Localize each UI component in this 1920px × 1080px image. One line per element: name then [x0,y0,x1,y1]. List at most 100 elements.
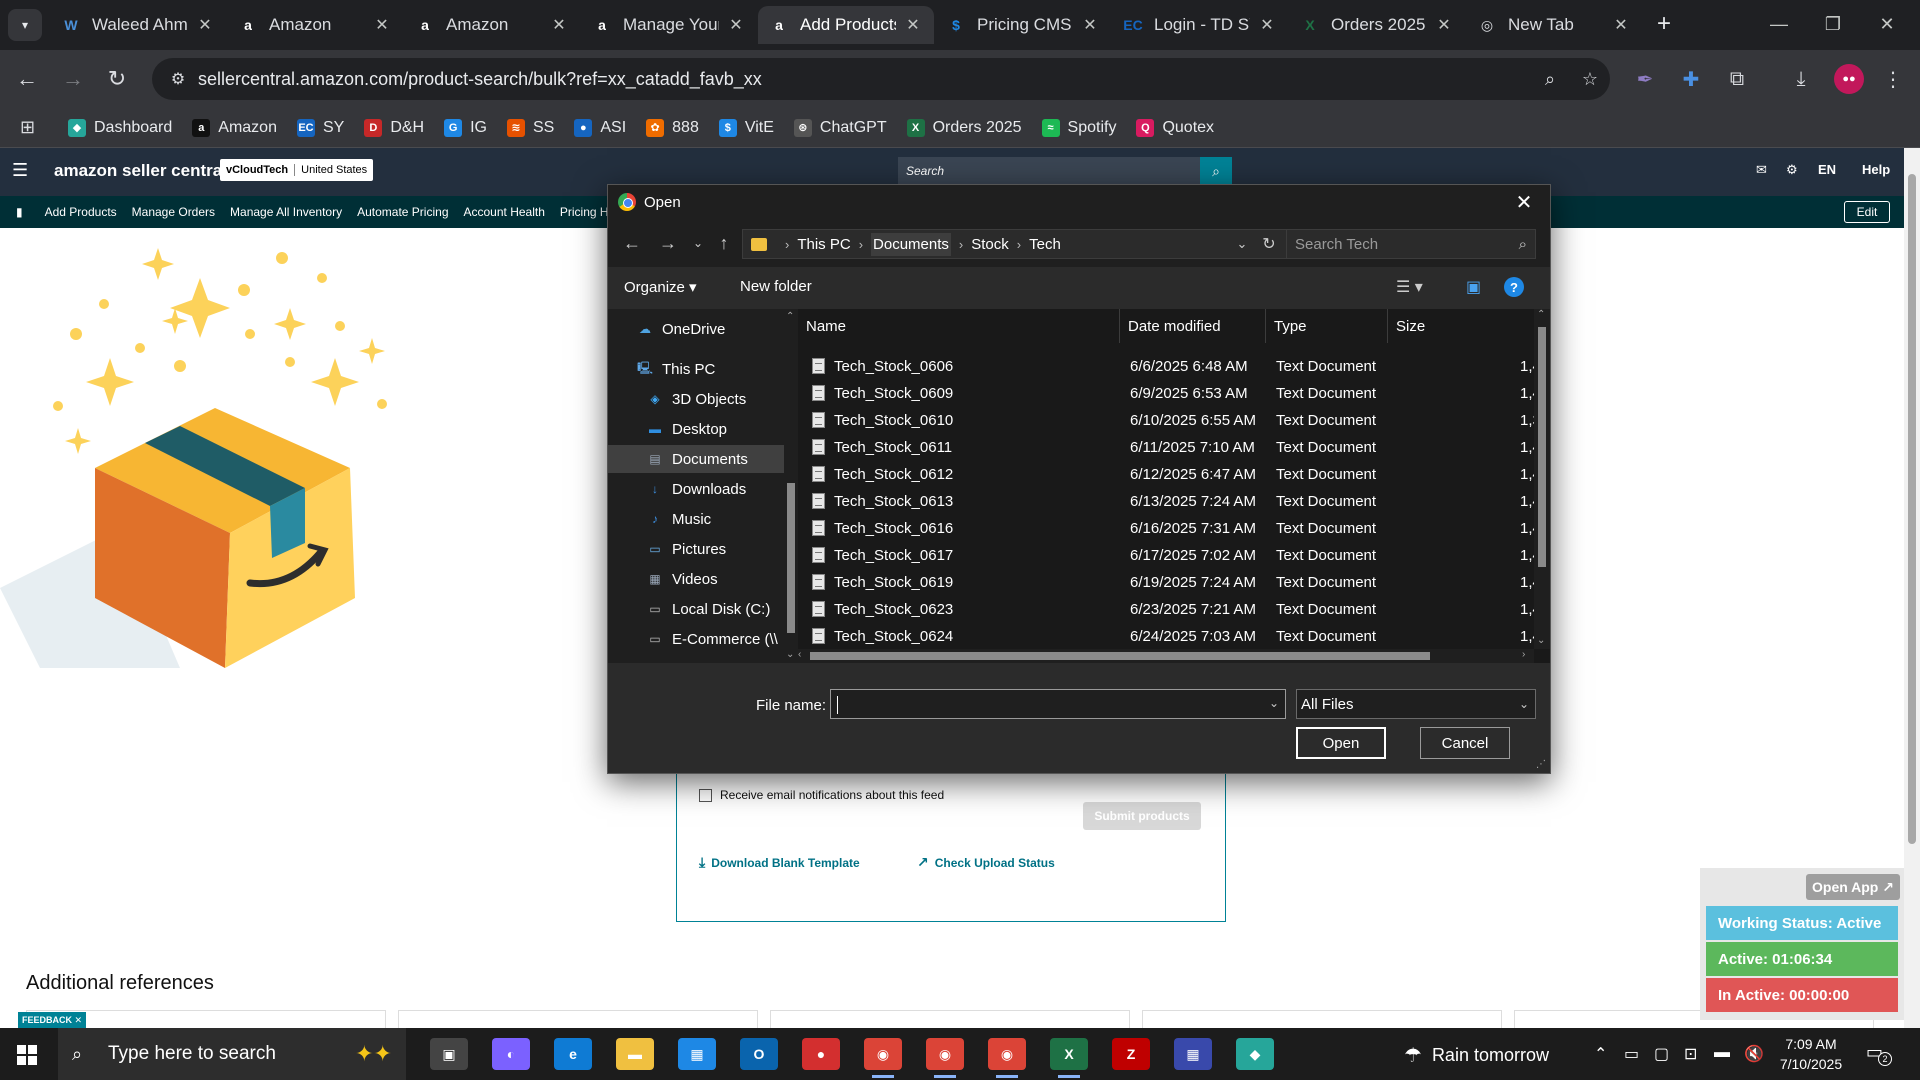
dialog-back-button[interactable]: ← [618,229,646,257]
tray-overflow-icon[interactable]: ⌃ [1594,1044,1607,1064]
bookmark-item[interactable]: EC SY [296,118,344,137]
settings-gear-icon[interactable]: ⚙ [1786,162,1798,178]
breadcrumb-documents[interactable]: Documents [871,232,951,256]
breadcrumb-tech[interactable]: Tech [1029,236,1061,253]
zoom-icon[interactable]: ⌕ [1530,69,1570,90]
nav-item[interactable]: ◈ 3D Objects [608,385,784,413]
nav-item[interactable]: ↓ Downloads [608,475,784,503]
folder-search-input[interactable]: Search Tech ⌕ [1286,229,1536,259]
page-scrollbar[interactable] [1904,148,1920,1028]
scroll-up-icon[interactable]: ⌃ [786,311,794,322]
taskbar-app-chrome-3[interactable]: ◉ [988,1038,1026,1078]
taskbar-app-file-explorer[interactable]: ▬ [616,1038,654,1070]
nav-item[interactable]: 🖳 This PC [608,355,784,383]
taskbar-app-excel[interactable]: X [1050,1038,1088,1078]
file-name-input[interactable]: ⌄ [830,689,1286,719]
breadcrumb[interactable]: › This PC › Documents › Stock › Tech ⌄ [742,229,1290,259]
seller-nav-link[interactable]: Account Health [464,205,545,219]
file-row[interactable]: Tech_Stock_0619 6/19/2025 7:24 AM Text Doc… [798,569,1541,596]
nav-item[interactable]: ▦ Videos [608,565,784,593]
breadcrumb-separator[interactable]: › [859,237,863,252]
file-list-horizontal-scrollbar[interactable]: ‹ › [798,649,1534,663]
language-selector[interactable]: EN [1818,162,1836,177]
column-header-type[interactable]: Type [1266,309,1388,343]
tab-search-button[interactable]: ▾ [8,9,42,41]
taskbar-app-copilot[interactable]: ◐ [492,1038,530,1070]
new-tab-button[interactable]: + [1648,8,1680,40]
close-tab-icon[interactable]: ✕ [1258,15,1276,35]
check-upload-status-link[interactable]: ↗ Check Upload Status [917,854,1055,871]
extension-feather-icon[interactable]: ✒ [1628,62,1662,96]
column-header-name[interactable]: Name ⌃ [798,309,1120,343]
resize-grip-icon[interactable]: ⋰ [1536,759,1546,770]
seller-nav-link[interactable]: Automate Pricing [357,205,448,219]
seller-nav-link[interactable]: Manage Orders [132,205,215,219]
browser-tab[interactable]: a Manage Your ✕ [581,6,757,44]
bookmark-item[interactable]: ⊛ ChatGPT [793,118,887,137]
nav-item[interactable]: ♪ Music [608,505,784,533]
menu-kebab-icon[interactable]: ⋮ [1876,62,1910,96]
file-row[interactable]: Tech_Stock_0611 6/11/2025 7:10 AM Text Doc… [798,434,1541,461]
browser-tab[interactable]: X Orders 2025 ✕ [1289,6,1465,44]
browser-tab[interactable]: W Waleed Ahmed ✕ [50,6,226,44]
breadcrumb-separator[interactable]: › [959,237,963,252]
navigation-pane-scrollbar[interactable]: ⌃ ⌄ [784,309,798,663]
file-row[interactable]: Tech_Stock_0613 6/13/2025 7:24 AM Text Doc… [798,488,1541,515]
new-folder-button[interactable]: New folder [740,278,812,295]
bookmark-item[interactable]: ≈ Spotify [1041,118,1116,137]
extensions-icon[interactable]: ⧉ [1720,62,1754,96]
scroll-right-icon[interactable]: › [1522,649,1525,660]
address-bar[interactable]: ⚙ sellercentral.amazon.com/product-searc… [152,58,1610,100]
seller-search-input[interactable]: Search [898,157,1200,185]
battery-icon[interactable]: ▬ [1714,1044,1730,1062]
close-tab-icon[interactable]: ✕ [727,15,745,35]
seller-central-logo[interactable]: amazon seller central [54,161,227,181]
weather-widget[interactable]: ☂ Rain tomorrow [1404,1043,1549,1068]
file-type-filter[interactable]: All Files ⌄ [1296,689,1536,719]
email-notify-checkbox[interactable]: Receive email notifications about this f… [699,788,944,802]
file-list-scroll-thumb[interactable] [1538,327,1546,567]
checkbox-box[interactable] [699,788,712,802]
file-row[interactable]: Tech_Stock_0612 6/12/2025 6:47 AM Text Doc… [798,461,1541,488]
breadcrumb-stock[interactable]: Stock [971,236,1009,253]
cancel-button[interactable]: Cancel [1420,727,1510,759]
breadcrumb-this-pc[interactable]: This PC [797,236,850,253]
bookmark-star-icon[interactable]: ☆ [1570,69,1610,90]
file-list-vertical-scrollbar[interactable]: ⌃ ⌄ [1534,309,1550,649]
close-tab-icon[interactable]: ✕ [1435,15,1453,35]
file-row[interactable]: Tech_Stock_0609 6/9/2025 6:53 AM Text Docu… [798,380,1541,407]
download-icon[interactable]: ⤓ [1784,62,1818,96]
store-switcher[interactable]: vCloudTech United States [220,159,374,181]
bookmark-item[interactable]: ◆ Dashboard [68,118,172,137]
close-tab-icon[interactable]: ✕ [1081,15,1099,35]
forward-button[interactable]: → [56,62,90,96]
download-template-link[interactable]: ⤓ Download Blank Template [699,854,860,871]
seller-nav-link[interactable]: Manage All Inventory [230,205,342,219]
help-icon[interactable]: ? [1504,277,1524,297]
display-icon[interactable]: ⊡ [1684,1044,1697,1064]
hamburger-menu-icon[interactable]: ☰ [12,160,28,181]
bookmark-pin-icon[interactable]: ▮ [16,205,23,219]
notification-center-button[interactable]: ▭ 2 [1866,1042,1892,1066]
taskbar-app-filezilla[interactable]: Z [1112,1038,1150,1070]
organize-menu[interactable]: Organize ▾ [624,278,697,296]
browser-tab[interactable]: ◎ New Tab ✕ [1466,6,1642,44]
bookmark-item[interactable]: Q Quotex [1136,118,1214,137]
taskbar-app-teams[interactable]: ● [802,1038,840,1070]
taskbar-app-edge[interactable]: e [554,1038,592,1070]
back-button[interactable]: ← [10,62,44,96]
bookmark-item[interactable]: ✿ 888 [646,118,699,137]
taskbar-app-chrome[interactable]: ◉ [864,1038,902,1078]
bookmark-item[interactable]: X Orders 2025 [906,118,1022,137]
browser-tab[interactable]: a Amazon ✕ [404,6,580,44]
dialog-forward-button[interactable]: → [654,229,682,257]
browser-tab[interactable]: a Amazon ✕ [227,6,403,44]
dialog-close-button[interactable]: ✕ [1508,189,1540,215]
apps-grid-icon[interactable]: ⊞ [20,117,50,138]
close-window-button[interactable]: ✕ [1864,8,1910,40]
scroll-down-icon[interactable]: ⌄ [1537,635,1545,646]
nav-item[interactable]: ▭ E-Commerce (\\ [608,625,784,653]
meet-now-icon[interactable]: ▢ [1654,1044,1669,1064]
preview-pane-icon[interactable]: ▣ [1466,277,1481,297]
breadcrumb-separator[interactable]: › [1017,237,1021,252]
